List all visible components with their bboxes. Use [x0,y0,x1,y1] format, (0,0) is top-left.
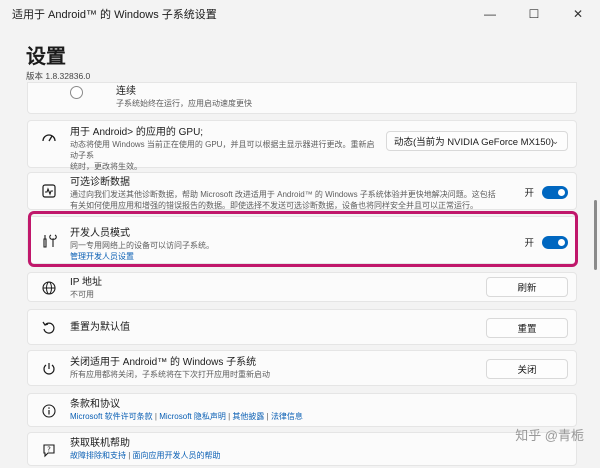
info-icon [40,402,58,420]
continuous-option-card[interactable]: 连续 子系统始终在运行，应用启动速度更快 [27,82,577,114]
diagnostics-desc-line1: 通过向我们发送其他诊断数据，帮助 Microsoft 改进适用于 Android… [70,190,496,199]
developer-toggle-label: 开 [524,238,534,249]
developer-tools-icon [40,232,58,250]
legal-info-link[interactable]: 法律信息 [271,412,303,421]
other-disclosures-link[interactable]: 其他披露 [232,412,264,421]
developer-help-link[interactable]: 面向应用开发人员的帮助 [133,451,221,460]
help-icon: ? [40,441,58,459]
svg-text:?: ? [47,446,51,454]
shutdown-title: 关闭适用于 Android™ 的 Windows 子系统 [70,357,257,368]
gpu-setting-card: 用于 Android> 的应用的 GPU; 动态将使用 Windows 当前正在… [27,120,577,171]
privacy-statement-link[interactable]: Microsoft 隐私声明 [159,412,226,421]
diagnostics-toggle-label: 开 [524,188,534,199]
ip-address-title: IP 地址 [70,277,103,288]
diagnostics-title: 可选诊断数据 [70,177,130,188]
help-title: 获取联机帮助 [70,438,130,449]
close-button[interactable]: ✕ [556,0,600,28]
reset-title: 重置为默认值 [70,322,130,333]
page-title: 设置 [26,46,66,68]
scrollbar[interactable] [594,200,597,270]
gpu-title: 用于 Android> 的应用的 GPU; [70,127,204,138]
license-terms-link[interactable]: Microsoft 软件许可条款 [70,412,153,421]
diagnostics-setting-card: 可选诊断数据 通过向我们发送其他诊断数据，帮助 Microsoft 改进适用于 … [27,172,577,210]
ip-address-value: 不可用 [70,290,94,299]
window-title: 适用于 Android™ 的 Windows 子系统设置 [12,9,217,21]
terms-title: 条款和协议 [70,399,120,410]
globe-network-icon [40,279,58,297]
gpu-desc-line1: 动态将使用 Windows 当前正在使用的 GPU，并且可以根据主显示器进行更改… [70,140,375,160]
gpu-gauge-icon [40,129,58,147]
terms-card: 条款和协议 Microsoft 软件许可条款 | Microsoft 隐私声明 … [27,393,577,427]
continuous-title: 连续 [116,86,136,97]
gpu-select[interactable]: 动态(当前为 NVIDIA GeForce MX150) ⌄ [386,131,568,151]
gpu-select-value: 动态(当前为 NVIDIA GeForce MX150) [394,137,554,148]
reset-card: 重置为默认值 重置 [27,309,577,345]
ip-address-card: IP 地址 不可用 刷新 [27,272,577,302]
diagnostics-toggle[interactable] [542,185,568,199]
power-icon [40,360,58,378]
continuous-desc: 子系统始终在运行，应用启动速度更快 [116,99,252,108]
developer-mode-toggle[interactable] [542,235,568,249]
help-card: ? 获取联机帮助 故障排除和支持 | 面向应用开发人员的帮助 [27,432,577,466]
developer-mode-title: 开发人员模式 [70,228,130,239]
developer-mode-desc: 同一专用网络上的设备可以访问子系统。 [70,241,214,250]
refresh-button[interactable]: 刷新 [486,277,568,297]
minimize-button[interactable]: — [468,0,512,28]
title-bar: 适用于 Android™ 的 Windows 子系统设置 — ☐ ✕ [0,0,600,28]
reset-icon [40,319,58,337]
shutdown-desc: 所有应用都将关闭，子系统将在下次打开应用时重新启动 [70,370,270,379]
shutdown-button[interactable]: 关闭 [486,359,568,379]
manage-developer-settings-link[interactable]: 管理开发人员设置 [70,251,214,262]
version-label: 版本 1.8.32836.0 [26,71,91,81]
troubleshooting-link[interactable]: 故障排除和支持 [70,451,126,460]
watermark: 知乎 @青栀 [515,428,584,443]
diagnostics-desc-line2: 有关如何使用应用和增强的错误报告的数据。即使选择不发送可选诊断数据，设备也将同样… [70,201,478,210]
maximize-button[interactable]: ☐ [512,0,556,28]
diagnostics-icon [40,182,58,200]
shutdown-card: 关闭适用于 Android™ 的 Windows 子系统 所有应用都将关闭，子系… [27,350,577,386]
developer-mode-card: 开发人员模式 同一专用网络上的设备可以访问子系统。 管理开发人员设置 开 [27,216,577,264]
chevron-down-icon: ⌄ [551,136,559,146]
gpu-desc-line2: 统时，更改将生效。 [70,162,142,171]
continuous-radio[interactable] [70,86,83,99]
reset-button[interactable]: 重置 [486,318,568,338]
